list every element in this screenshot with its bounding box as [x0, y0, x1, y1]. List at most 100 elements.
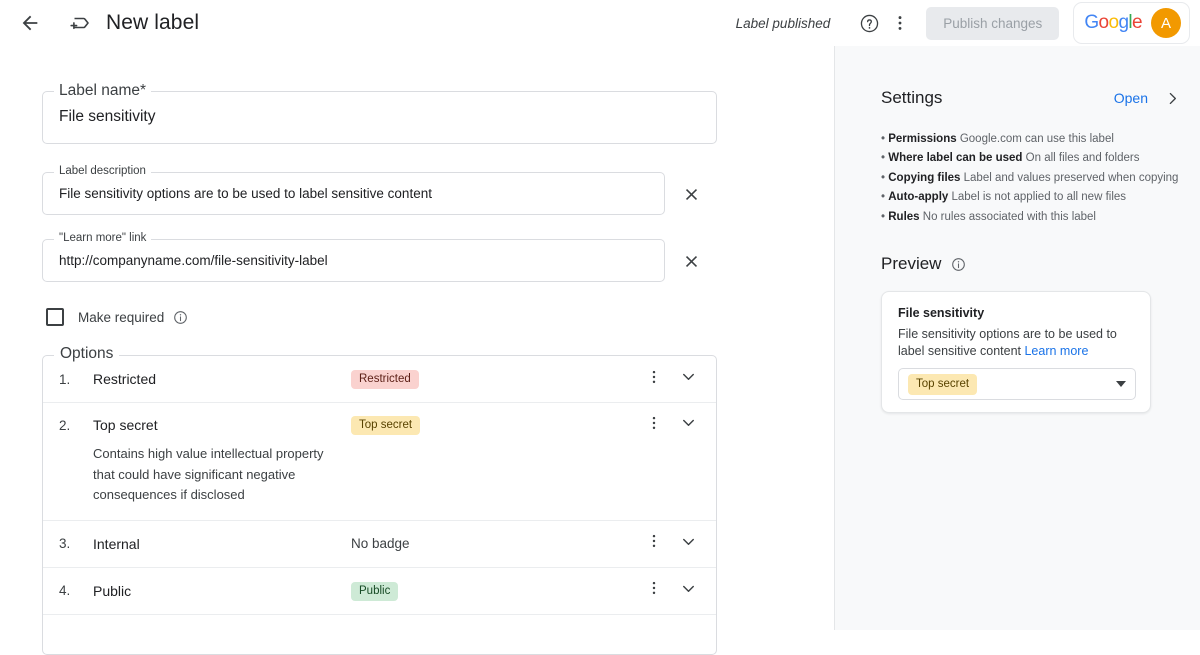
option-expand-button[interactable]	[679, 579, 698, 603]
option-actions	[645, 532, 716, 556]
option-row[interactable]: 2.Top secretTop secretContains high valu…	[43, 403, 716, 521]
top-bar-actions: Label published Publish changes Google A	[736, 0, 1200, 46]
preview-card-select[interactable]: Top secret	[898, 368, 1136, 400]
account-chip[interactable]: Google A	[1073, 2, 1190, 44]
close-icon	[682, 252, 701, 271]
settings-summary-item: • Auto-apply Label is not applied to all…	[881, 188, 1191, 207]
option-row-main: 1.RestrictedRestricted	[59, 356, 716, 402]
preview-title: Preview	[881, 254, 941, 274]
chevron-down-icon	[679, 579, 698, 598]
options-legend: Options	[54, 345, 119, 363]
option-expand-button[interactable]	[679, 413, 698, 437]
top-app-bar: New label Label published Publish change…	[0, 0, 1200, 46]
learn-more-link-outline: "Learn more" link http://companyname.com…	[42, 239, 665, 282]
settings-item-value: No rules associated with this label	[923, 211, 1096, 223]
option-no-badge: No badge	[351, 536, 410, 551]
options-list: 1.RestrictedRestricted2.Top secretTop se…	[42, 355, 717, 655]
settings-item-label: Permissions	[888, 133, 956, 145]
more-options-button[interactable]	[888, 8, 912, 38]
option-row[interactable]: 1.RestrictedRestricted	[43, 356, 716, 403]
back-button[interactable]	[18, 11, 42, 35]
settings-item-value: Label and values preserved when copying	[964, 172, 1179, 184]
preview-card-selected-badge: Top secret	[908, 374, 977, 395]
label-description-field[interactable]: Label description File sensitivity optio…	[42, 172, 665, 215]
option-row-main: 2.Top secretTop secret	[59, 403, 716, 447]
close-icon	[682, 185, 701, 204]
option-description: Contains high value intellectual propert…	[59, 444, 716, 520]
option-number: 1.	[59, 372, 93, 387]
more-vert-icon	[645, 368, 663, 386]
learn-more-link-field[interactable]: "Learn more" link http://companyname.com…	[42, 239, 665, 282]
option-row[interactable]: 3.InternalNo badge	[43, 521, 716, 568]
option-number: 2.	[59, 418, 93, 433]
settings-item-value: On all files and folders	[1026, 152, 1140, 164]
make-required-checkbox[interactable]	[46, 308, 64, 326]
label-description-value[interactable]: File sensitivity options are to be used …	[59, 186, 432, 201]
option-menu-button[interactable]	[645, 368, 663, 391]
option-expand-button[interactable]	[679, 532, 698, 556]
option-number: 3.	[59, 536, 93, 551]
chevron-down-icon	[679, 367, 698, 386]
preview-card-learn-more-link[interactable]: Learn more	[1024, 344, 1088, 358]
label-name-value[interactable]: File sensitivity	[59, 108, 155, 126]
option-row[interactable]: 4.PublicPublic	[43, 568, 716, 615]
option-number: 4.	[59, 583, 93, 598]
option-menu-button[interactable]	[645, 532, 663, 555]
option-badge: Top secret	[351, 416, 420, 435]
help-button[interactable]	[854, 8, 884, 38]
new-label-icon	[68, 11, 92, 35]
settings-item-label: Rules	[888, 211, 919, 223]
settings-summary-item: • Copying files Label and values preserv…	[881, 169, 1191, 188]
option-row-main: 4.PublicPublic	[59, 568, 716, 614]
preview-card-description: File sensitivity options are to be used …	[898, 326, 1138, 360]
learn-more-link-legend: "Learn more" link	[54, 232, 151, 244]
settings-open-label: Open	[1114, 90, 1148, 106]
option-name: Top secret	[93, 417, 351, 433]
settings-item-label: Copying files	[888, 172, 960, 184]
info-circle-icon[interactable]	[951, 257, 966, 272]
clear-description-button[interactable]	[678, 181, 704, 207]
more-vert-icon	[890, 13, 910, 33]
settings-item-value: Label is not applied to all new files	[952, 191, 1127, 203]
preview-card-title: File sensitivity	[898, 306, 984, 320]
more-vert-icon	[645, 579, 663, 597]
publish-changes-button[interactable]: Publish changes	[926, 7, 1059, 40]
label-name-legend: Label name*	[54, 82, 151, 100]
settings-summary-item: • Where label can be used On all files a…	[881, 149, 1191, 168]
info-circle-icon[interactable]	[173, 310, 188, 325]
option-expand-button[interactable]	[679, 367, 698, 391]
settings-item-label: Where label can be used	[888, 152, 1022, 164]
option-badge-cell: Public	[351, 581, 645, 601]
caret-down-icon	[1116, 381, 1126, 387]
option-badge: Public	[351, 582, 398, 601]
publish-status-text: Label published	[736, 16, 831, 31]
learn-more-link-value[interactable]: http://companyname.com/file-sensitivity-…	[59, 253, 328, 268]
make-required-label: Make required	[78, 310, 164, 325]
option-badge: Restricted	[351, 370, 419, 389]
preview-header: Preview	[881, 254, 966, 274]
settings-summary-item: • Rules No rules associated with this la…	[881, 208, 1191, 227]
option-name: Internal	[93, 536, 351, 552]
preview-card: File sensitivity File sensitivity option…	[881, 291, 1151, 413]
settings-open-button[interactable]: Open	[1114, 90, 1181, 107]
option-badge-cell: Restricted	[351, 369, 645, 389]
chevron-down-icon	[679, 413, 698, 432]
chevron-down-icon	[679, 532, 698, 551]
option-actions	[645, 579, 716, 603]
label-description-legend: Label description	[54, 165, 151, 177]
main-content: Label name* File sensitivity Label descr…	[0, 46, 1200, 630]
option-badge-cell: No badge	[351, 535, 645, 553]
make-required-row: Make required	[46, 308, 188, 326]
clear-link-button[interactable]	[678, 248, 704, 274]
label-name-field[interactable]: Label name* File sensitivity	[42, 91, 717, 144]
settings-item-value: Google.com can use this label	[960, 133, 1114, 145]
arrow-left-icon	[19, 12, 41, 34]
option-menu-button[interactable]	[645, 579, 663, 602]
label-name-outline: Label name* File sensitivity	[42, 91, 717, 144]
option-menu-button[interactable]	[645, 414, 663, 437]
avatar[interactable]: A	[1151, 8, 1181, 38]
help-circle-icon	[859, 13, 880, 34]
label-editor-pane: Label name* File sensitivity Label descr…	[0, 46, 835, 630]
page-title: New label	[106, 11, 199, 35]
settings-summary-item: • Permissions Google.com can use this la…	[881, 130, 1191, 149]
